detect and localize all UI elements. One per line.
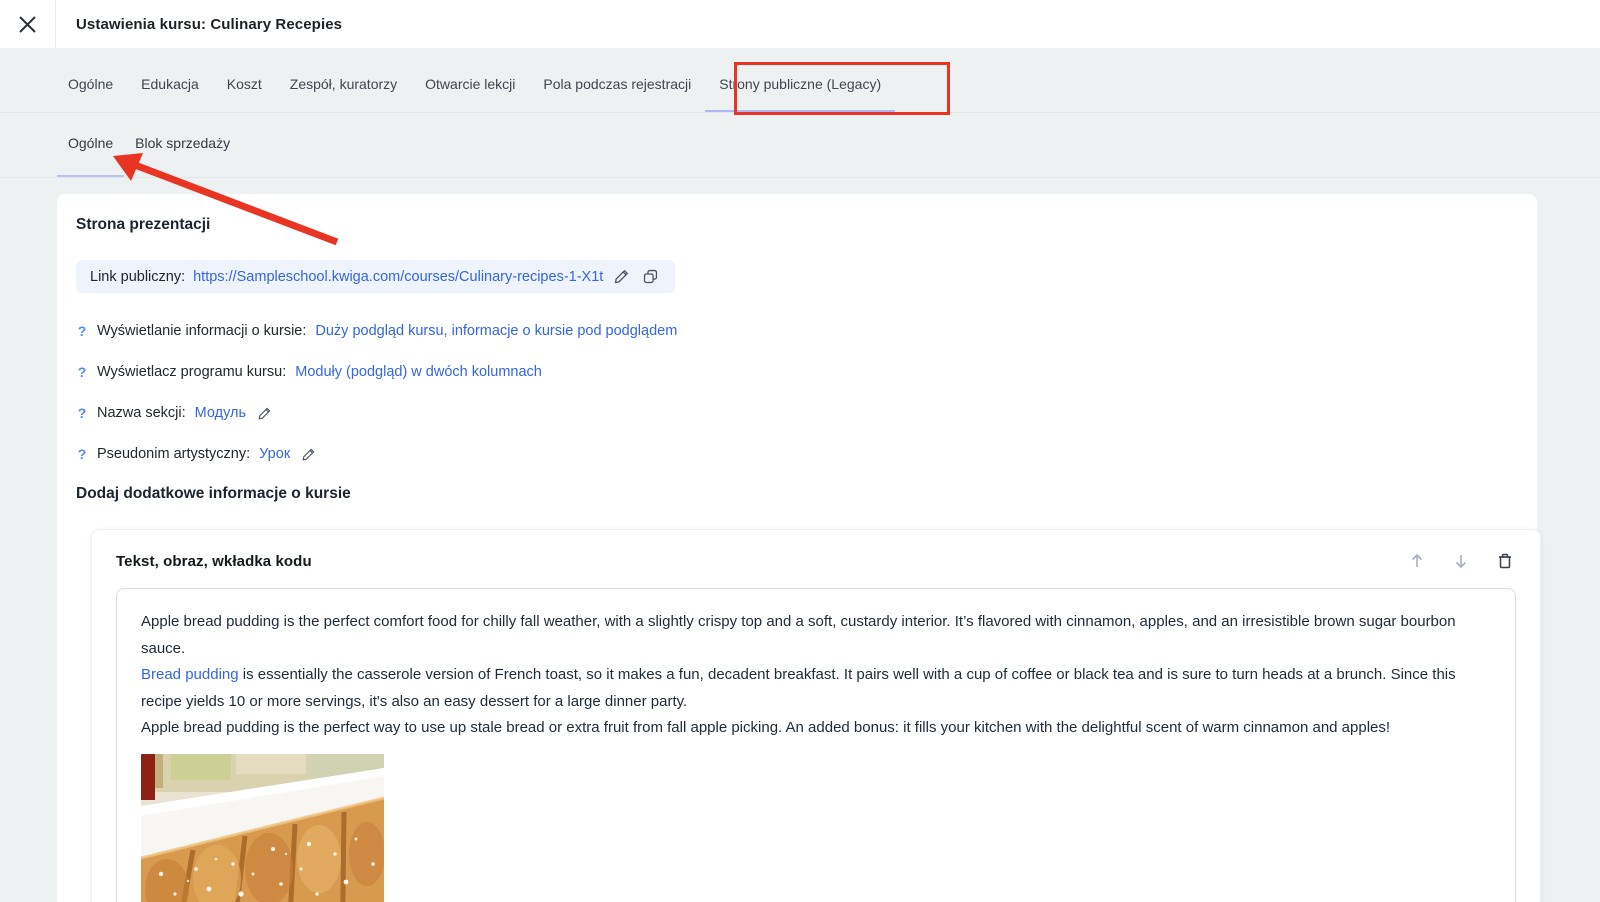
public-link-label: Link publiczny: (90, 269, 185, 285)
help-icon[interactable]: ? (76, 321, 88, 341)
edit-lesson-alias-button[interactable] (299, 447, 318, 462)
bread-pudding-link[interactable]: Bread pudding (141, 666, 239, 683)
setting-label: Pseudonim artystyczny: (97, 444, 250, 464)
pencil-icon (301, 447, 316, 462)
additional-info-title: Dodaj dodatkowe informacje o kursie (76, 485, 1518, 503)
setting-value[interactable]: Модуль (195, 403, 246, 423)
setting-value[interactable]: Урок (259, 444, 290, 464)
tab-pola-podczas-rejestracji[interactable]: Pola podczas rejestracji (529, 74, 705, 94)
copy-icon (642, 268, 659, 285)
help-icon[interactable]: ? (76, 444, 88, 464)
paragraph: Bread pudding is essentially the cassero… (141, 662, 1491, 715)
sub-tab-bar: Ogólne Blok sprzedaży (0, 113, 1600, 178)
edit-section-name-button[interactable] (255, 406, 274, 421)
setting-row-program-viewer: ? Wyświetlacz programu kursu: Moduły (po… (76, 362, 1518, 382)
main-tab-bar: Ogólne Edukacja Koszt Zespół, kuratorzy … (0, 48, 1600, 113)
block-actions (1406, 552, 1516, 570)
trash-icon (1496, 552, 1514, 570)
tab-koszt[interactable]: Koszt (213, 74, 276, 94)
tab-otwarcie-lekcji[interactable]: Otwarcie lekcji (411, 74, 529, 94)
close-icon (19, 16, 36, 33)
content-block-title: Tekst, obraz, wkładka kodu (116, 553, 312, 570)
setting-label: Nazwa sekcji: (97, 403, 186, 423)
close-button[interactable] (0, 0, 56, 48)
setting-value[interactable]: Duży podgląd kursu, informacje o kursie … (315, 321, 677, 341)
settings-card: Strona prezentacji Link publiczny: https… (57, 194, 1537, 902)
subtab-ogolne[interactable]: Ogólne (57, 133, 124, 153)
content-block-card: Tekst, obraz, wkładka kodu Apple bread p… (91, 529, 1541, 902)
help-icon[interactable]: ? (76, 362, 88, 382)
paragraph: Apple bread pudding is the perfect comfo… (141, 609, 1491, 662)
arrow-up-icon (1408, 552, 1426, 570)
subtab-blok-sprzedazy[interactable]: Blok sprzedaży (124, 133, 241, 153)
pencil-icon (257, 406, 272, 421)
setting-row-section-name: ? Nazwa sekcji: Модуль (76, 403, 1518, 423)
bread-pudding-image (141, 754, 384, 902)
content-block-header: Tekst, obraz, wkładka kodu (116, 552, 1516, 570)
page-title: Ustawienia kursu: Culinary Recepies (56, 16, 342, 33)
help-icon[interactable]: ? (76, 403, 88, 423)
tab-ogolne[interactable]: Ogólne (54, 74, 127, 94)
tab-zespol-kuratorzy[interactable]: Zespół, kuratorzy (276, 74, 411, 94)
setting-row-lesson-alias: ? Pseudonim artystyczny: Урок (76, 444, 1518, 464)
public-link-box: Link publiczny: https://Sampleschool.kwi… (76, 260, 675, 293)
copy-link-button[interactable] (640, 268, 661, 285)
pencil-icon (613, 268, 630, 285)
presentation-settings-list: ? Wyświetlanie informacji o kursie: Duży… (76, 321, 1518, 464)
presentation-page-title: Strona prezentacji (76, 216, 1518, 234)
setting-row-course-info-display: ? Wyświetlanie informacji o kursie: Duży… (76, 321, 1518, 341)
tab-edukacja[interactable]: Edukacja (127, 74, 213, 94)
move-up-button[interactable] (1406, 552, 1428, 570)
setting-label: Wyświetlanie informacji o kursie: (97, 321, 306, 341)
edit-link-button[interactable] (611, 268, 632, 285)
move-down-button[interactable] (1450, 552, 1472, 570)
topbar: Ustawienia kursu: Culinary Recepies (0, 0, 1600, 48)
paragraph: Apple bread pudding is the perfect way t… (141, 715, 1491, 742)
public-link-url[interactable]: https://Sampleschool.kwiga.com/courses/C… (193, 269, 603, 285)
rich-text-content[interactable]: Apple bread pudding is the perfect comfo… (116, 588, 1516, 902)
tab-strony-publiczne-legacy[interactable]: Strony publiczne (Legacy) (705, 74, 895, 94)
setting-label: Wyświetlacz programu kursu: (97, 362, 286, 382)
arrow-down-icon (1452, 552, 1470, 570)
delete-block-button[interactable] (1494, 552, 1516, 570)
setting-value[interactable]: Moduły (podgląd) w dwóch kolumnach (295, 362, 542, 382)
